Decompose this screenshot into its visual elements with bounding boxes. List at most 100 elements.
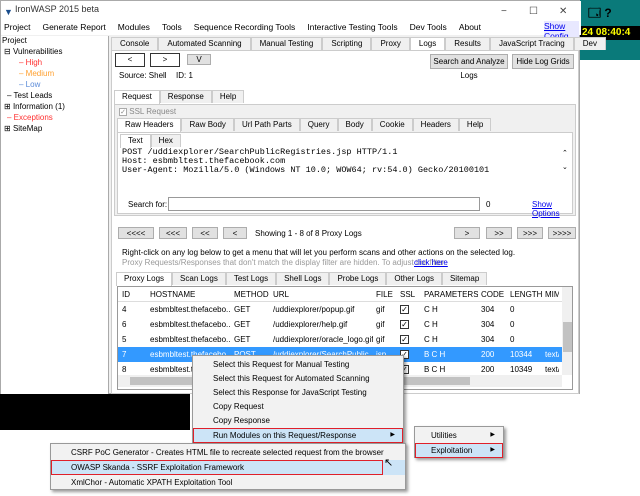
show-options-link[interactable]: Show Options — [532, 200, 572, 218]
menu-copy-response[interactable]: Copy Response — [193, 413, 403, 428]
desktop-icons: 🗔 ? — [588, 6, 612, 20]
next-page-button[interactable]: > — [454, 227, 480, 239]
menu-run-modules[interactable]: Run Modules on this Request/Response ▶ — [193, 428, 403, 443]
menu-xmlchor[interactable]: XmlChor - Automatic XPATH Exploitation T… — [51, 475, 405, 490]
table-row[interactable]: 5 esbmbltest.thefacebo... GET/uddiexplorer… — [118, 332, 562, 347]
scroll-down-icon[interactable]: ⌄ — [562, 163, 568, 171]
tab-body[interactable]: Body — [337, 118, 372, 131]
tree-test-leads[interactable]: – Test Leads — [7, 91, 52, 102]
expand-button[interactable]: V — [187, 54, 211, 65]
request-pane: ✓ SSL Request Raw Headers Raw Body Url P… — [114, 104, 576, 218]
tab-dev[interactable]: Dev — [573, 37, 606, 50]
tab-raw-help[interactable]: Help — [458, 118, 492, 131]
cell-id: 5 — [122, 335, 127, 344]
menu-tools[interactable]: Tools — [162, 22, 182, 32]
menu-dev-tools[interactable]: Dev Tools — [410, 22, 447, 32]
next2-button[interactable]: >> — [486, 227, 512, 239]
menu-owasp-skanda[interactable]: OWASP Skanda - SSRF Exploitation Framewo… — [51, 460, 405, 475]
tab-scan-logs[interactable]: Scan Logs — [172, 272, 226, 285]
menu-modules[interactable]: Modules — [118, 22, 150, 32]
tab-url-path-parts[interactable]: Url Path Parts — [233, 118, 300, 131]
tab-hex[interactable]: Hex — [150, 134, 181, 147]
column-header-code[interactable]: CODE — [481, 287, 507, 302]
tab-console[interactable]: Console — [111, 37, 159, 50]
tab-cookie[interactable]: Cookie — [371, 118, 413, 131]
menu-generate-report[interactable]: Generate Report — [42, 22, 105, 32]
tree-information[interactable]: ⊞ Information (1) — [4, 102, 65, 113]
grid-header[interactable]: ID HOSTNAME METHOD URL FILE SSL PARAMETERS CODE… — [118, 287, 562, 302]
modules-submenu: Utilities ▶ Exploitation ▶ — [414, 426, 504, 458]
column-header-ssl[interactable]: SSL — [400, 287, 421, 302]
tab-proxy-logs[interactable]: Proxy Logs — [116, 272, 173, 286]
tree-vulnerabilities[interactable]: ⊟ Vulnerabilities — [4, 47, 62, 58]
tab-headers[interactable]: Headers — [412, 118, 459, 131]
hide-log-grids-button[interactable]: Hide Log Grids — [512, 54, 574, 69]
tab-response[interactable]: Response — [159, 90, 212, 103]
prev-log-button[interactable]: < — [115, 53, 145, 67]
tab-manual-testing[interactable]: Manual Testing — [250, 37, 323, 50]
column-header-parameters[interactable]: PARAMETERS — [424, 287, 478, 302]
menu-project[interactable]: Project — [4, 22, 30, 32]
prev2-button[interactable]: << — [192, 227, 218, 239]
tab-automated-scanning[interactable]: Automated Scanning — [158, 37, 251, 50]
log-id: ID: 1 — [176, 71, 193, 80]
search-input[interactable] — [168, 197, 480, 211]
prev3-button[interactable]: <<< — [159, 227, 187, 239]
table-row[interactable]: 6 esbmbltest.thefacebo... GET/uddiexplorer… — [118, 317, 562, 332]
menu-select-manual-testing[interactable]: Select this Request for Manual Testing — [193, 357, 403, 372]
tree-project[interactable]: Project — [2, 36, 27, 47]
tab-javascript-tracing[interactable]: JavaScript Tracing — [489, 37, 574, 50]
vertical-scrollbar[interactable] — [562, 287, 572, 375]
tab-results[interactable]: Results — [445, 37, 490, 50]
menu-interactive-testing[interactable]: Interactive Testing Tools — [307, 22, 397, 32]
tab-test-logs[interactable]: Test Logs — [225, 272, 277, 285]
tab-logs[interactable]: Logs — [409, 37, 446, 51]
tab-text[interactable]: Text — [120, 134, 151, 148]
first-page-button[interactable]: <<<< — [118, 227, 154, 239]
menu-csrf-poc-generator[interactable]: CSRF PoC Generator - Creates HTML file t… — [51, 445, 405, 460]
click-here-link[interactable]: click here — [414, 258, 448, 267]
menu-select-javascript-testing[interactable]: Select this Response for JavaScript Test… — [193, 385, 403, 400]
column-header-length[interactable]: LENGTH — [510, 287, 542, 302]
tree-exceptions[interactable]: – Exceptions — [7, 113, 53, 124]
tab-proxy[interactable]: Proxy — [371, 37, 410, 50]
next3-button[interactable]: >>> — [517, 227, 543, 239]
search-analyze-logs-button[interactable]: Search and Analyze Logs — [430, 54, 508, 80]
menu-about[interactable]: About — [459, 22, 481, 32]
tree-sitemap[interactable]: ⊞ SiteMap — [4, 124, 42, 135]
cell-code: 304 — [481, 320, 495, 329]
tab-help[interactable]: Help — [211, 90, 245, 103]
tab-query[interactable]: Query — [299, 118, 338, 131]
tab-shell-logs[interactable]: Shell Logs — [276, 272, 330, 285]
tree-medium[interactable]: – Medium — [19, 69, 54, 80]
column-header-file[interactable]: FILE — [376, 287, 397, 302]
request-text[interactable]: POST /uddiexplorer/SearchPublicRegistrie… — [122, 148, 562, 175]
tab-sitemap[interactable]: Sitemap — [441, 272, 488, 285]
scroll-up-icon[interactable]: ⌃ — [562, 149, 568, 157]
tab-raw-body[interactable]: Raw Body — [181, 118, 234, 131]
prev-page-button[interactable]: < — [223, 227, 247, 239]
tab-request[interactable]: Request — [114, 90, 160, 104]
cell-hostname: esbmbltest.thefacebo... — [150, 320, 231, 329]
column-header-method[interactable]: METHOD — [234, 287, 270, 302]
tree-low[interactable]: – Low — [19, 80, 40, 91]
column-header-hostname[interactable]: HOSTNAME — [150, 287, 231, 302]
column-header-url[interactable]: URL — [273, 287, 373, 302]
menu-utilities[interactable]: Utilities ▶ — [415, 428, 503, 443]
project-tree: Project ⊟ Vulnerabilities – High – Mediu… — [1, 36, 109, 394]
tab-scripting[interactable]: Scripting — [322, 37, 372, 50]
menu-sequence-recording[interactable]: Sequence Recording Tools — [194, 22, 295, 32]
column-header-id[interactable]: ID — [122, 287, 147, 302]
menu-exploitation[interactable]: Exploitation ▶ — [415, 443, 503, 458]
next-log-button[interactable]: > — [150, 53, 180, 67]
tab-raw-headers[interactable]: Raw Headers — [117, 118, 182, 132]
ssl-request-checkbox[interactable]: ✓ SSL Request — [119, 107, 176, 116]
table-row[interactable]: 4 esbmbltest.thefacebo... GET/uddiexplorer… — [118, 302, 562, 317]
tree-high[interactable]: – High — [19, 58, 42, 69]
column-header-mime[interactable]: MIME — [545, 287, 559, 302]
tab-probe-logs[interactable]: Probe Logs — [329, 272, 387, 285]
last-page-button[interactable]: >>>> — [548, 227, 576, 239]
tab-other-logs[interactable]: Other Logs — [386, 272, 442, 285]
menu-copy-request[interactable]: Copy Request — [193, 399, 403, 414]
menu-select-automated-scanning[interactable]: Select this Request for Automated Scanni… — [193, 371, 403, 386]
